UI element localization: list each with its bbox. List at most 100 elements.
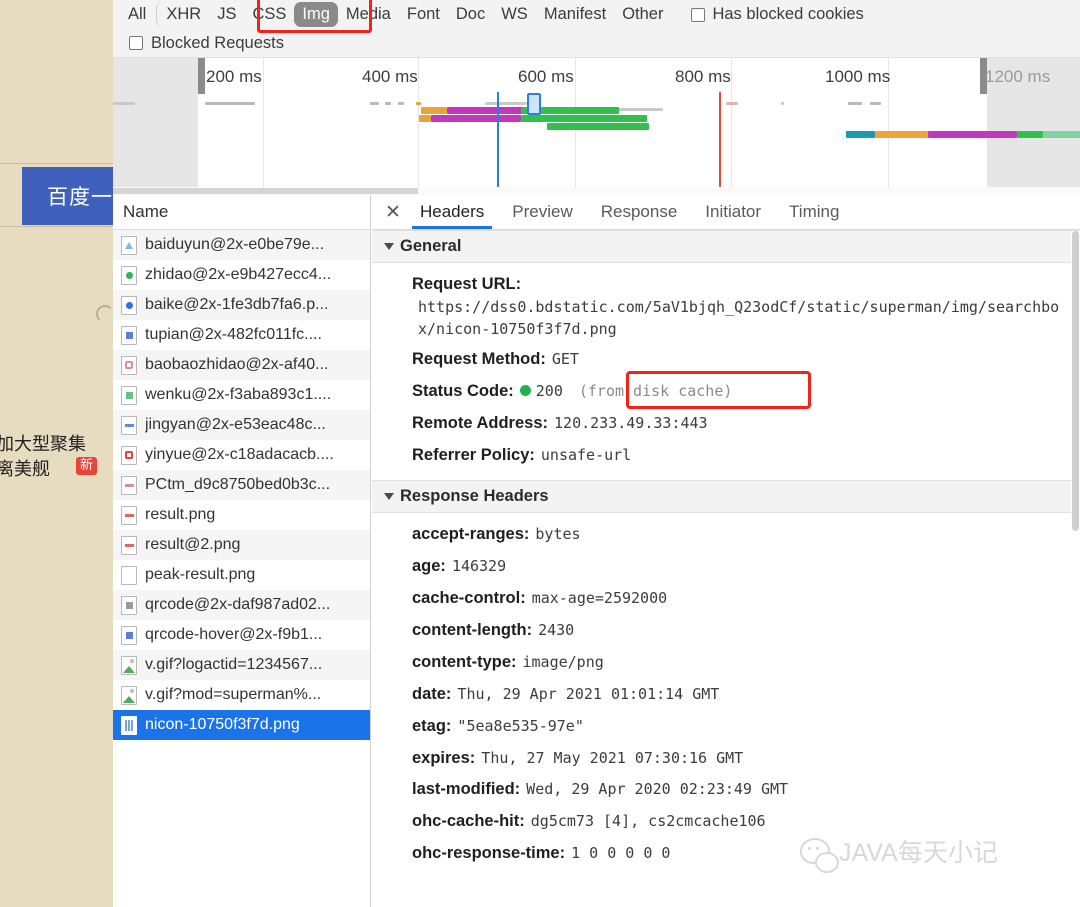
overview-tick-200ms: 200 ms — [206, 67, 262, 86]
network-main-split: Name baiduyun@2x-e0be79e... zhidao@2x-e9… — [113, 195, 1080, 907]
filter-doc[interactable]: Doc — [448, 2, 493, 27]
overview-dim-left — [113, 58, 198, 195]
overview-request-bar — [848, 102, 862, 105]
header-key: content-length: — [412, 620, 533, 639]
domcontentloaded-marker — [497, 92, 499, 195]
tab-timing[interactable]: Timing — [775, 195, 853, 229]
filter-media[interactable]: Media — [338, 2, 399, 27]
overview-request-bar — [521, 115, 647, 122]
overview-tick-600ms: 600 ms — [518, 67, 574, 86]
overview-request-bar — [370, 102, 379, 105]
header-row: content-type: image/png — [372, 647, 1080, 679]
request-row-pctm[interactable]: PCtm_d9c8750bed0b3c... — [113, 470, 370, 500]
has-blocked-cookies-label: Has blocked cookies — [712, 5, 864, 23]
gif-thumb-icon — [121, 685, 137, 705]
overview-request-bar — [1043, 131, 1080, 138]
request-name: qrcode-hover@2x-f9b1... — [145, 626, 323, 643]
value-status-code: 200 — [535, 382, 563, 401]
request-row-qrcode-hover[interactable]: qrcode-hover@2x-f9b1... — [113, 620, 370, 650]
details-vertical-scrollbar[interactable] — [1071, 231, 1080, 907]
header-row: age: 146329 — [372, 551, 1080, 583]
filter-img[interactable]: Img — [294, 2, 338, 27]
row-status-code: Status Code: 200 (from disk cache) — [372, 376, 1080, 408]
filter-js[interactable]: JS — [209, 2, 244, 27]
request-row-yinyue[interactable]: yinyue@2x-c18adacacb.... — [113, 440, 370, 470]
header-key: ohc-response-time: — [412, 844, 566, 863]
section-response-headers-header[interactable]: Response Headers — [372, 480, 1080, 514]
header-row: expires: Thu, 27 May 2021 07:30:16 GMT — [372, 743, 1080, 775]
request-row-result2-png[interactable]: result@2.png — [113, 530, 370, 560]
background-page-sliver: 百度一 加大型聚集 离美舰 新 — [0, 0, 113, 907]
request-row-baiduyun[interactable]: baiduyun@2x-e0be79e... — [113, 230, 370, 260]
section-general-title: General — [400, 237, 462, 255]
header-value: bytes — [535, 525, 581, 544]
resource-type-filter-bar: All XHR JS CSS Img Media Font Doc WS Man… — [113, 0, 1080, 29]
image-thumb-icon — [121, 355, 137, 375]
overview-request-bar — [113, 102, 135, 105]
image-thumb-icon — [121, 535, 137, 555]
filter-other[interactable]: Other — [614, 2, 671, 27]
general-kv-list: Request URL: https://dss0.bdstatic.com/5… — [372, 263, 1080, 472]
details-tab-bar: ✕ Headers Preview Response Initiator Tim… — [372, 195, 1080, 230]
filter-ws[interactable]: WS — [493, 2, 536, 27]
request-name: v.gif?mod=superman%... — [145, 686, 322, 703]
tab-preview[interactable]: Preview — [498, 195, 586, 229]
section-general-header[interactable]: General — [372, 230, 1080, 263]
request-row-vgif-mod[interactable]: v.gif?mod=superman%... — [113, 680, 370, 710]
network-overview-timeline[interactable]: 200 ms 400 ms 600 ms 800 ms 1000 ms 1200… — [113, 58, 1080, 195]
request-row-baike[interactable]: baike@2x-1fe3db7fa6.p... — [113, 290, 370, 320]
request-list-panel: Name baiduyun@2x-e0be79e... zhidao@2x-e9… — [113, 195, 371, 907]
filter-xhr[interactable]: XHR — [156, 2, 209, 27]
overview-request-bar — [781, 102, 784, 105]
close-icon[interactable]: ✕ — [380, 197, 406, 227]
tab-initiator[interactable]: Initiator — [691, 195, 775, 229]
tab-response[interactable]: Response — [587, 195, 692, 229]
image-thumb-icon — [121, 595, 137, 615]
blocked-requests-checkbox[interactable] — [129, 36, 143, 50]
filmstrip-frame-marker[interactable] — [527, 93, 541, 115]
overview-horizontal-scrollbar[interactable] — [113, 187, 1080, 195]
request-name: tupian@2x-482fc011fc.... — [145, 326, 322, 343]
request-row-vgif-logactid[interactable]: v.gif?logactid=1234567... — [113, 650, 370, 680]
image-thumb-icon — [121, 625, 137, 645]
filter-font[interactable]: Font — [399, 2, 448, 27]
request-name: baiduyun@2x-e0be79e... — [145, 236, 325, 253]
filter-css[interactable]: CSS — [244, 2, 294, 27]
request-row-wenku[interactable]: wenku@2x-f3aba893c1.... — [113, 380, 370, 410]
overview-handle-left[interactable] — [198, 58, 205, 94]
overview-request-bar — [419, 115, 431, 122]
request-list-header-name[interactable]: Name — [113, 195, 370, 230]
overview-tick-1200ms: 1200 ms — [985, 67, 1051, 86]
request-row-result-png[interactable]: result.png — [113, 500, 370, 530]
header-row: cache-control: max-age=2592000 — [372, 583, 1080, 615]
overview-request-bar — [430, 107, 447, 114]
section-response-headers-title: Response Headers — [400, 487, 549, 506]
header-row: date: Thu, 29 Apr 2021 01:01:14 GMT — [372, 679, 1080, 711]
tab-headers[interactable]: Headers — [406, 195, 498, 229]
header-row: content-length: 2430 — [372, 615, 1080, 647]
header-value: 146329 — [451, 557, 507, 576]
filter-all[interactable]: All — [120, 2, 154, 27]
overview-request-bar — [547, 123, 649, 130]
request-row-jingyan[interactable]: jingyan@2x-e53eac48c... — [113, 410, 370, 440]
value-request-url[interactable]: https://dss0.bdstatic.com/5aV1bjqh_Q23od… — [418, 297, 1072, 341]
sliver-text-line1: 加大型聚集 — [0, 434, 86, 454]
overview-request-bar — [421, 107, 430, 114]
row-request-method: Request Method: GET — [372, 344, 1080, 376]
request-row-tupian[interactable]: tupian@2x-482fc011fc.... — [113, 320, 370, 350]
has-blocked-cookies-checkbox[interactable]: Has blocked cookies — [691, 5, 864, 24]
overview-gridline — [731, 58, 732, 195]
devtools-network-panel: All XHR JS CSS Img Media Font Doc WS Man… — [113, 0, 1080, 907]
request-row-nicon-selected[interactable]: nicon-10750f3f7d.png — [113, 710, 370, 740]
request-row-zhidao[interactable]: zhidao@2x-e9b427ecc4... — [113, 260, 370, 290]
request-name: result@2.png — [145, 536, 241, 553]
overview-gridline — [263, 58, 264, 195]
header-value: dg5cm73 [4], cs2cmcache106 — [530, 812, 766, 831]
baidu-search-button[interactable]: 百度一 — [22, 167, 113, 225]
value-remote-address: 120.233.49.33:443 — [554, 414, 708, 433]
request-row-qrcode[interactable]: qrcode@2x-daf987ad02... — [113, 590, 370, 620]
image-thumb-icon — [121, 385, 137, 405]
request-row-baobaozhidao[interactable]: baobaozhidao@2x-af40... — [113, 350, 370, 380]
request-row-peak-result-png[interactable]: peak-result.png — [113, 560, 370, 590]
filter-manifest[interactable]: Manifest — [536, 2, 614, 27]
